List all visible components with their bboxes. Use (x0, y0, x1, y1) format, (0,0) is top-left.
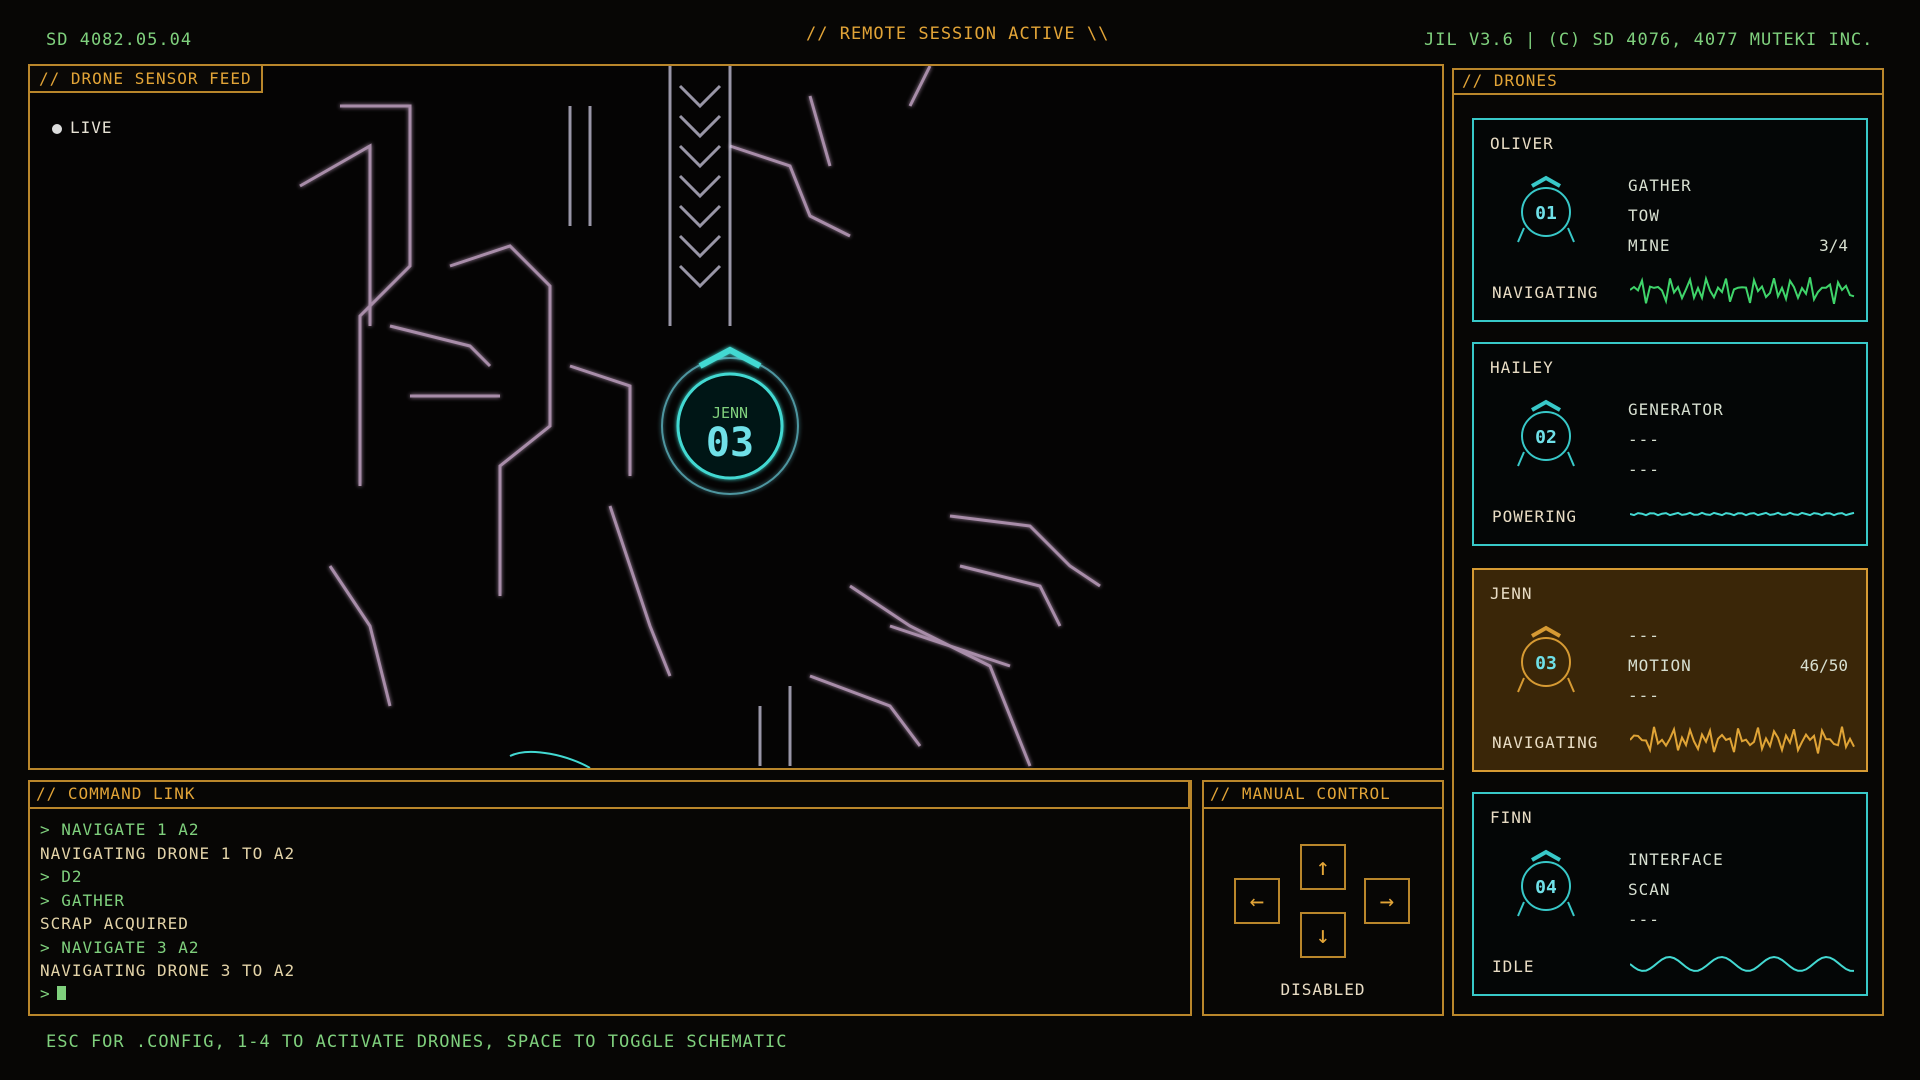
drone-id: 02 (1535, 427, 1557, 448)
drone-task: MOTION (1628, 656, 1692, 675)
drones-title: // DRONES (1452, 68, 1882, 95)
arrow-left-icon: ← (1249, 887, 1265, 915)
command-prompt[interactable]: > (40, 982, 66, 1006)
drone-task: MINE (1628, 236, 1671, 255)
arrow-down-button[interactable]: ↓ (1300, 912, 1346, 958)
manual-control-status: DISABLED (1280, 980, 1366, 999)
drone-card-hailey[interactable]: HAILEY 02 GENERATOR --- --- POWERING (1472, 342, 1868, 546)
drone-task: --- (1628, 910, 1660, 929)
drone-signal-waveform (1630, 955, 1855, 972)
command-log-line: > D2 (40, 867, 83, 886)
drone-name: JENN (1490, 584, 1533, 603)
session-status: // REMOTE SESSION ACTIVE \\ (806, 24, 1110, 44)
command-log-line: SCRAP ACQUIRED (40, 914, 189, 933)
key-hint: ESC FOR .CONFIG, 1-4 TO ACTIVATE DRONES,… (46, 1032, 788, 1052)
command-log-line: > GATHER (40, 890, 126, 910)
drone-task: TOW (1628, 206, 1660, 225)
text-cursor (56, 986, 66, 1000)
drone-badge-icon: 02 (1517, 399, 1575, 467)
drone-id: 03 (1535, 653, 1557, 674)
drone-task: --- (1628, 686, 1660, 705)
arrow-right-button[interactable]: → (1364, 878, 1410, 924)
drone-status: NAVIGATING (1492, 733, 1599, 752)
drone-count: 3/4 (1819, 236, 1848, 255)
drone-card-oliver[interactable]: OLIVER 01 GATHER TOW MINE 3/4 NAVIGATING (1472, 118, 1868, 322)
drone-03-marker: JENN 03 (661, 346, 799, 495)
sensor-feed-scene: JENN 03 (299, 66, 1101, 768)
stardate: SD 4082.05.04 (46, 30, 193, 50)
drone-task: --- (1628, 626, 1660, 645)
drone-id: 04 (1535, 877, 1557, 898)
drone-count: 46/50 (1799, 656, 1848, 675)
manual-control-title: // MANUAL CONTROL (1202, 780, 1442, 809)
drone-signal-waveform (1630, 275, 1855, 305)
drone-badge-icon: 01 (1517, 175, 1575, 243)
prompt-symbol: > (40, 984, 51, 1003)
command-log-line: > NAVIGATE 1 A2 (40, 820, 200, 839)
command-log: > NAVIGATE 1 A2 NAVIGATING DRONE 1 TO A2 >… (40, 818, 295, 983)
drone-badge-icon: 03 (1517, 625, 1575, 693)
drone-status: NAVIGATING (1492, 283, 1599, 302)
drone-id: 01 (1535, 203, 1557, 224)
drone-task: GATHER (1628, 176, 1692, 195)
drone-signal-waveform (1630, 511, 1855, 517)
drone-task: GENERATOR (1628, 400, 1724, 419)
arrow-right-icon: → (1379, 887, 1395, 915)
drone-status: IDLE (1492, 957, 1535, 976)
drone-badge-icon: 04 (1517, 849, 1575, 917)
drone-name: OLIVER (1490, 134, 1554, 153)
command-log-line: NAVIGATING DRONE 3 TO A2 (40, 961, 296, 980)
command-log-line: NAVIGATING DRONE 1 TO A2 (40, 843, 296, 863)
drone-status: POWERING (1492, 507, 1578, 526)
arrow-left-button[interactable]: ← (1234, 878, 1280, 924)
sensor-feed-panel: // DRONE SENSOR FEED LIVE JENN 03 (28, 64, 1444, 770)
drone-task: INTERFACE (1628, 850, 1724, 869)
feed-target-id: 03 (706, 420, 754, 466)
arrow-down-icon: ↓ (1315, 921, 1331, 949)
drone-name: FINN (1490, 808, 1533, 827)
drone-card-jenn[interactable]: JENN 03 --- MOTION --- 46/50 NAVIGATING (1472, 568, 1868, 772)
drone-name: HAILEY (1490, 358, 1554, 377)
drone-card-finn[interactable]: FINN 04 INTERFACE SCAN --- IDLE (1472, 792, 1868, 996)
command-link-panel[interactable]: // COMMAND LINK > NAVIGATE 1 A2 NAVIGATIN… (28, 780, 1192, 1016)
drone-task: --- (1628, 460, 1660, 479)
command-log-line: > NAVIGATE 3 A2 (40, 937, 200, 957)
manual-control-panel: // MANUAL CONTROL ↑ ← → ↓ DISABLED (1202, 780, 1444, 1016)
command-link-title: // COMMAND LINK (28, 780, 1190, 809)
drone-signal-waveform (1630, 726, 1855, 754)
arrow-up-button[interactable]: ↑ (1300, 844, 1346, 890)
drone-task: SCAN (1628, 880, 1671, 899)
version-info: JIL V3.6 | (C) SD 4076, 4077 MUTEKI INC. (1424, 30, 1874, 50)
drone-task: --- (1628, 430, 1660, 449)
drones-panel: // DRONES OLIVER 01 GATHER TOW MINE 3/4 NAVIGA… (1452, 68, 1884, 1016)
arrow-up-icon: ↑ (1315, 853, 1331, 881)
